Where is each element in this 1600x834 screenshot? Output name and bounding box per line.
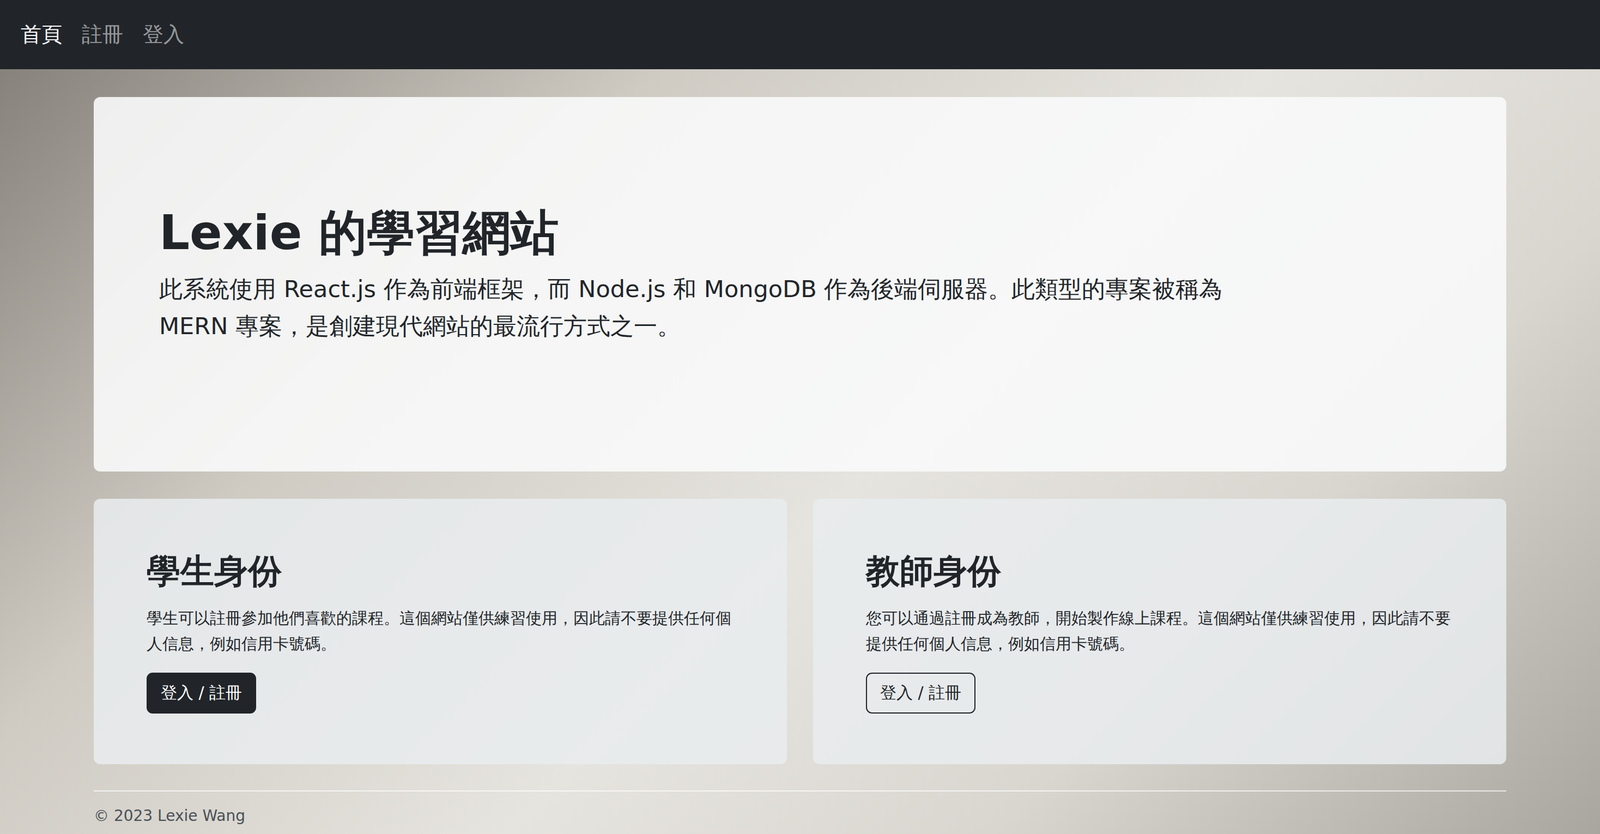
card-text: 您可以通過註冊成為教師，開始製作線上課程。這個網站僅供練習使用，因此請不要提供任…: [865, 605, 1454, 657]
role-card: 學生身份學生可以註冊參加他們喜歡的課程。這個網站僅供練習使用，因此請不要提供任何…: [93, 498, 787, 765]
main-content: Lexie 的學習網站此系統使用 React.js 作為前端框架，而 Node.…: [0, 69, 1600, 765]
card-title: 學生身份: [146, 550, 735, 592]
card-row: 學生身份學生可以註冊參加他們喜歡的課程。這個網站僅供練習使用，因此請不要提供任何…: [93, 498, 1507, 765]
login-register-button[interactable]: 登入 / 註冊: [865, 672, 976, 714]
page: 首頁註冊登入 Lexie 的學習網站此系統使用 React.js 作為前端框架，而…: [0, 0, 1600, 834]
role-card: 教師身份您可以通過註冊成為教師，開始製作線上課程。這個網站僅供練習使用，因此請不…: [813, 498, 1507, 765]
footer: © 2023 Lexie Wang: [93, 790, 1507, 829]
hero-panel: Lexie 的學習網站此系統使用 React.js 作為前端框架，而 Node.…: [93, 97, 1507, 472]
login-register-button[interactable]: 登入 / 註冊: [146, 672, 257, 714]
card-text: 學生可以註冊參加他們喜歡的課程。這個網站僅供練習使用，因此請不要提供任何個人信息…: [146, 605, 735, 657]
hero-title: Lexie 的學習網站: [159, 203, 1441, 262]
nav-link[interactable]: 註冊: [81, 20, 124, 49]
footer-text: © 2023 Lexie Wang: [93, 806, 1507, 826]
card-title: 教師身份: [865, 550, 1454, 592]
navbar: 首頁註冊登入: [0, 0, 1600, 70]
hero-text: 此系統使用 React.js 作為前端框架，而 Node.js 和 MongoD…: [159, 270, 1228, 346]
nav-link[interactable]: 首頁: [20, 20, 63, 49]
nav-link[interactable]: 登入: [142, 20, 185, 49]
